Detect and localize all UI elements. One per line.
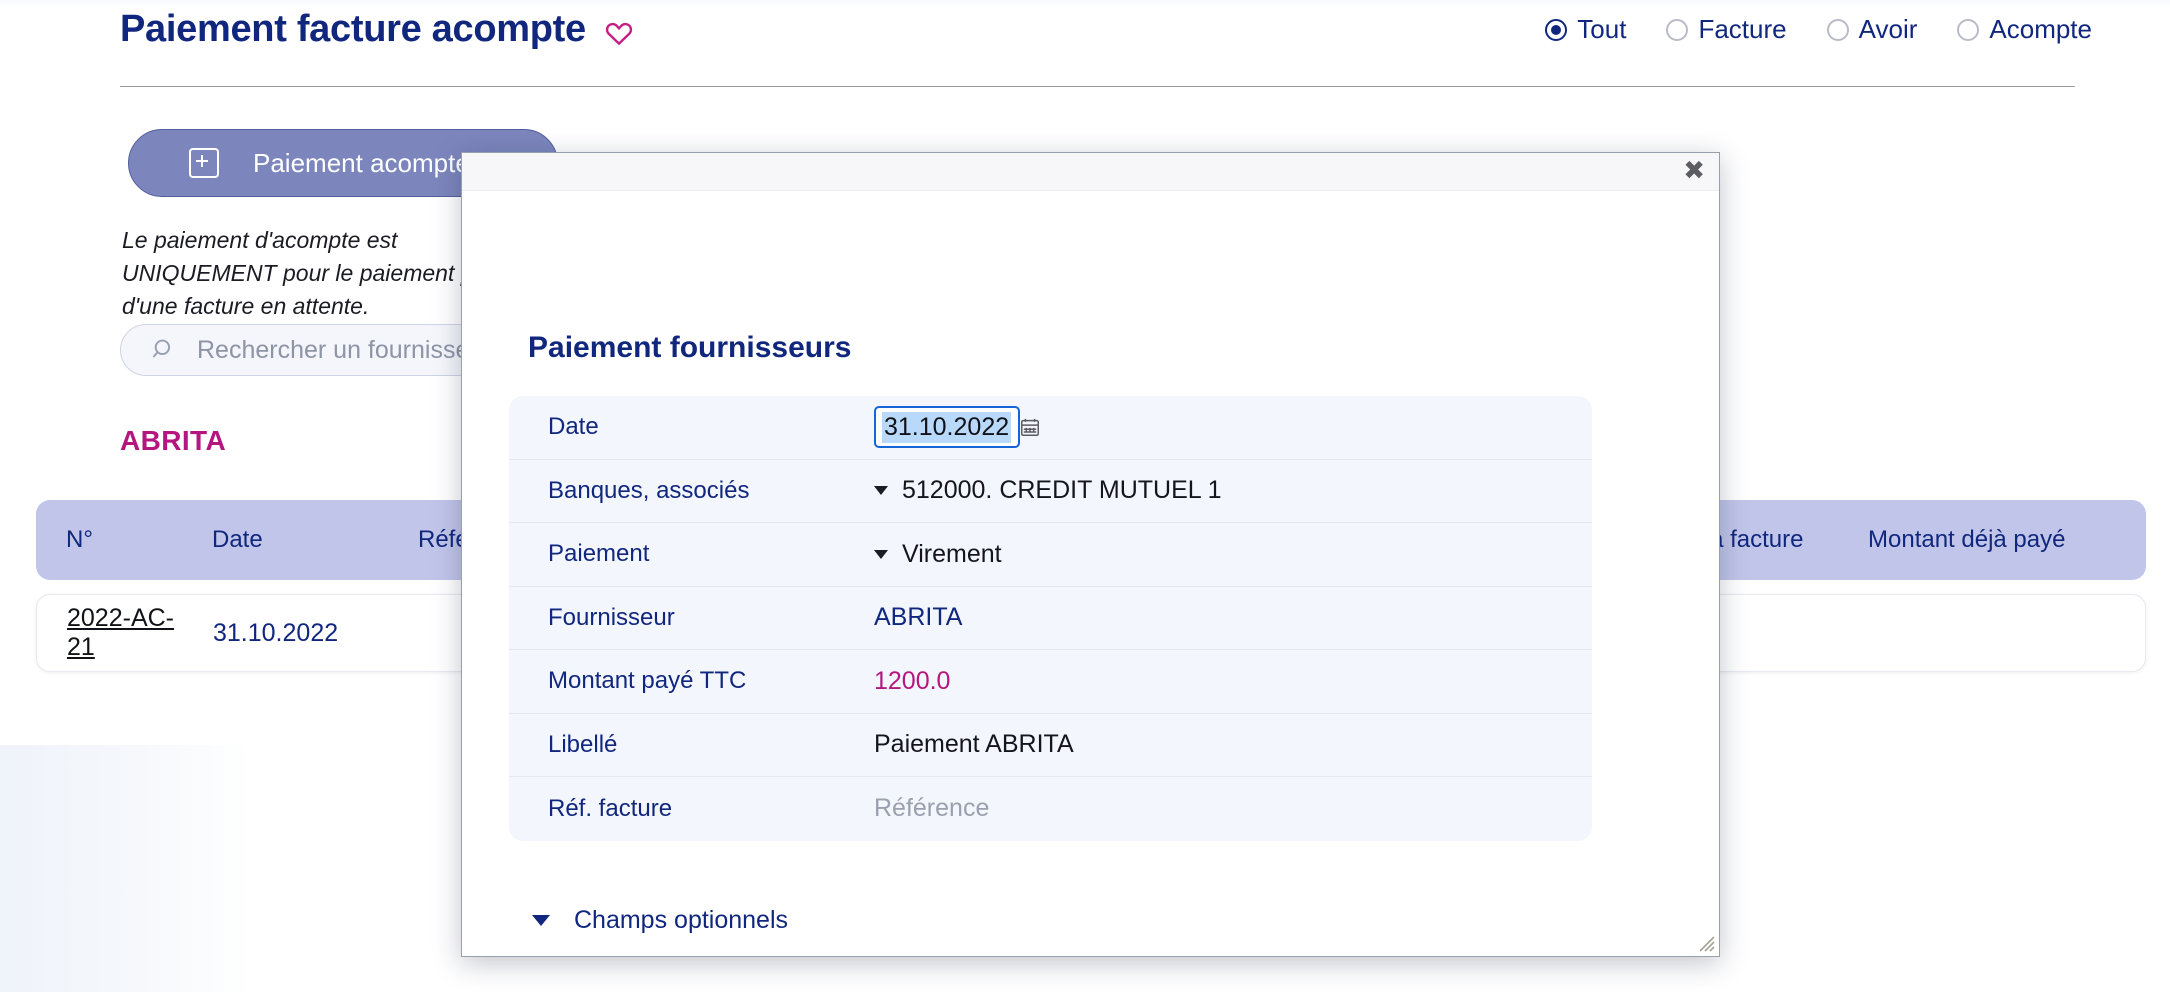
supplier-group-heading: ABRITA bbox=[120, 425, 227, 456]
close-icon[interactable]: ✖ bbox=[1683, 158, 1705, 184]
label-libelle: Libellé bbox=[548, 730, 618, 758]
cell-numero: 2022-AC-21 bbox=[37, 604, 213, 662]
radio-label-tout: Tout bbox=[1577, 14, 1627, 44]
column-header-montant-paye: Montant déjà payé bbox=[1868, 526, 2066, 553]
label-banques: Banques, associés bbox=[548, 476, 750, 504]
heart-icon[interactable] bbox=[604, 18, 634, 48]
chevron-down-icon[interactable] bbox=[874, 486, 888, 496]
resize-grip-icon[interactable] bbox=[1694, 931, 1716, 953]
radio-circle-icon bbox=[1957, 18, 1980, 41]
chevron-down-icon[interactable] bbox=[874, 549, 888, 559]
form-row-ref-facture: Réf. facture Référence bbox=[509, 777, 1592, 841]
calendar-icon[interactable] bbox=[1019, 416, 1041, 438]
date-input[interactable]: 31.10.2022 bbox=[874, 406, 1040, 449]
label-date: Date bbox=[548, 413, 599, 441]
paiement-select-value: Virement bbox=[902, 539, 1002, 568]
radio-option-avoir[interactable]: Avoir bbox=[1826, 14, 1918, 45]
value-date: 31.10.2022 bbox=[874, 406, 1592, 449]
background-panel bbox=[0, 745, 250, 992]
date-input-value: 31.10.2022 bbox=[882, 411, 1012, 443]
radio-circle-icon bbox=[1545, 18, 1568, 41]
paiement-fournisseurs-modal: ✖ Paiement fournisseurs Date 31.10.2022 bbox=[461, 152, 1720, 957]
radio-label-avoir: Avoir bbox=[1858, 14, 1918, 44]
radio-circle-icon bbox=[1826, 18, 1849, 41]
document-type-filter: Tout Facture Avoir Acompte bbox=[1545, 14, 2092, 45]
form-row-paiement: Paiement Virement bbox=[509, 523, 1592, 587]
chevron-down-icon bbox=[532, 915, 550, 926]
optional-fields-label: Champs optionnels bbox=[574, 906, 789, 934]
label-montant-paye-ttc: Montant payé TTC bbox=[548, 667, 747, 695]
form-row-montant: Montant payé TTC 1200.0 bbox=[509, 650, 1592, 714]
banques-select-value: 512000. CREDIT MUTUEL 1 bbox=[902, 476, 1222, 505]
form-row-banques: Banques, associés 512000. CREDIT MUTUEL … bbox=[509, 460, 1592, 523]
radio-option-tout[interactable]: Tout bbox=[1545, 14, 1626, 45]
page-title: Paiement facture acompte bbox=[120, 8, 586, 50]
header-divider bbox=[120, 86, 2075, 87]
value-ref-facture[interactable]: Référence bbox=[874, 794, 1592, 823]
value-paiement[interactable]: Virement bbox=[874, 540, 1592, 569]
form-row-date: Date 31.10.2022 bbox=[509, 396, 1592, 460]
value-libelle[interactable]: Paiement ABRITA bbox=[874, 730, 1592, 759]
page-header: Paiement facture acompte Tout Facture Av… bbox=[0, 0, 2170, 92]
radio-option-facture[interactable]: Facture bbox=[1666, 14, 1787, 45]
invoice-link[interactable]: 2022-AC-21 bbox=[67, 604, 174, 661]
value-banques[interactable]: 512000. CREDIT MUTUEL 1 bbox=[874, 476, 1592, 505]
radio-label-facture: Facture bbox=[1698, 14, 1787, 44]
radio-label-acompte: Acompte bbox=[1989, 14, 2092, 44]
page-title-area: Paiement facture acompte bbox=[120, 8, 634, 51]
modal-titlebar[interactable]: ✖ bbox=[462, 153, 1719, 191]
optional-fields-toggle[interactable]: Champs optionnels bbox=[532, 906, 788, 935]
label-ref-facture: Réf. facture bbox=[548, 794, 673, 822]
value-montant-paye-ttc[interactable]: 1200.0 bbox=[874, 667, 1592, 696]
radio-circle-icon bbox=[1666, 18, 1689, 41]
label-paiement: Paiement bbox=[548, 540, 650, 568]
column-header-date: Date bbox=[212, 526, 263, 553]
value-fournisseur: ABRITA bbox=[874, 603, 963, 632]
plus-square-icon bbox=[189, 148, 219, 178]
cell-date: 31.10.2022 bbox=[213, 618, 339, 647]
radio-option-acompte[interactable]: Acompte bbox=[1957, 14, 2092, 45]
label-fournisseur: Fournisseur bbox=[548, 603, 675, 631]
modal-heading: Paiement fournisseurs bbox=[528, 331, 852, 364]
paiement-acompte-button-label: Paiement acompte bbox=[253, 147, 470, 178]
payment-form: Date 31.10.2022 Banques, associés 512000… bbox=[509, 396, 1592, 841]
column-header-numero: N° bbox=[66, 526, 93, 553]
form-row-libelle: Libellé Paiement ABRITA bbox=[509, 714, 1592, 777]
search-icon bbox=[151, 337, 177, 363]
form-row-fournisseur: Fournisseur ABRITA bbox=[509, 587, 1592, 650]
